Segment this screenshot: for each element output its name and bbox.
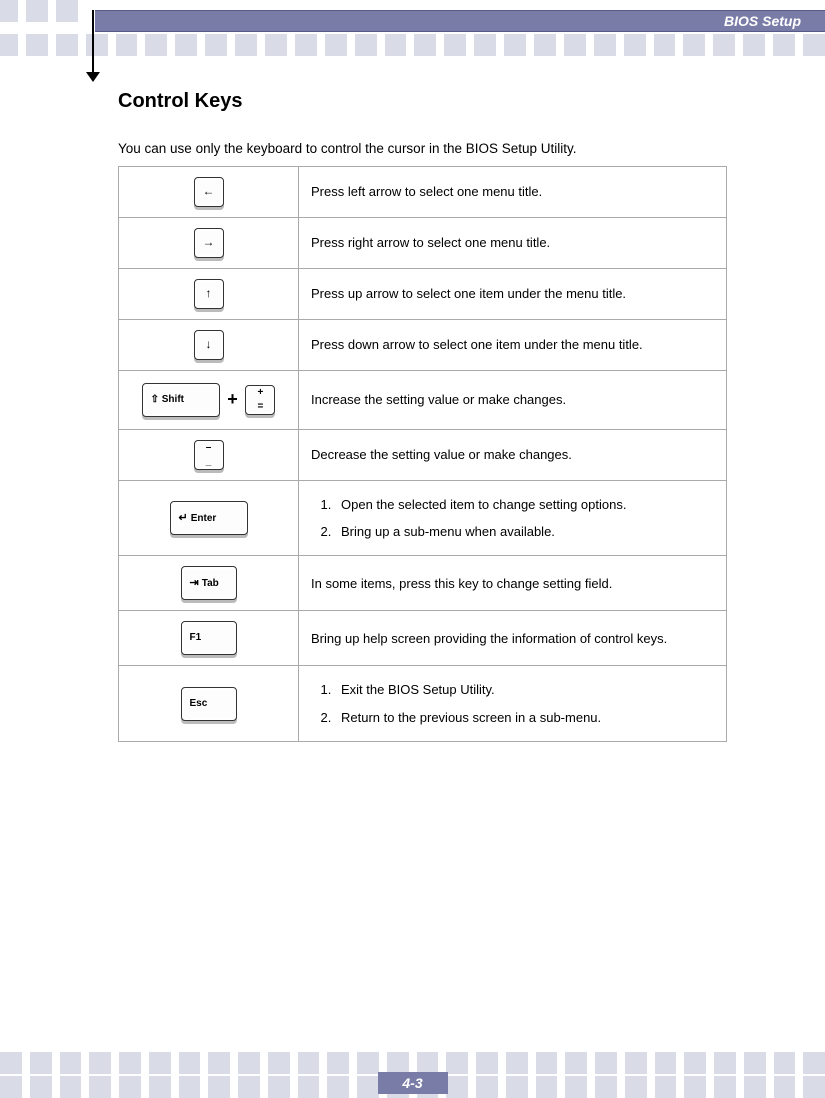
table-row: F1 Bring up help screen providing the in…: [119, 611, 727, 666]
right-arrow-key-icon: →: [194, 228, 224, 258]
list-item: Return to the previous screen in a sub-m…: [335, 704, 714, 731]
key-cell: F1: [119, 611, 299, 666]
key-description: Press right arrow to select one menu tit…: [299, 218, 727, 269]
header-title: BIOS Setup: [724, 13, 801, 29]
page-number-text: 4-3: [402, 1075, 422, 1091]
plus-equals-key-icon: + =: [245, 385, 275, 415]
key-description: Decrease the setting value or make chang…: [299, 429, 727, 480]
table-row: → Press right arrow to select one menu t…: [119, 218, 727, 269]
key-cell: – _: [119, 429, 299, 480]
key-description: Increase the setting value or make chang…: [299, 371, 727, 430]
key-cell: Enter: [119, 480, 299, 556]
esc-key-icon: Esc: [181, 687, 237, 721]
key-description: In some items, press this key to change …: [299, 556, 727, 611]
table-row: ← Press left arrow to select one menu ti…: [119, 167, 727, 218]
key-description: Press down arrow to select one item unde…: [299, 320, 727, 371]
table-row: ↑ Press up arrow to select one item unde…: [119, 269, 727, 320]
tab-key-icon: Tab: [181, 566, 237, 600]
deco-row: [0, 0, 78, 22]
key-cell: Esc: [119, 666, 299, 742]
key-cell: →: [119, 218, 299, 269]
deco-row: [0, 34, 825, 56]
minus-key-icon: – _: [194, 440, 224, 470]
header-bar: BIOS Setup: [95, 10, 825, 32]
list-item: Bring up a sub-menu when available.: [335, 518, 714, 545]
key-description: Press up arrow to select one item under …: [299, 269, 727, 320]
key-cell: ↑: [119, 269, 299, 320]
list-item: Exit the BIOS Setup Utility.: [335, 676, 714, 703]
f1-key-icon: F1: [181, 621, 237, 655]
deco-row: [0, 1052, 825, 1074]
shift-key-icon: ⇧ Shift: [142, 383, 220, 417]
page-number: 4-3: [378, 1072, 448, 1094]
table-row: Enter Open the selected item to change s…: [119, 480, 727, 556]
key-cell: ←: [119, 167, 299, 218]
key-description: Open the selected item to change setting…: [299, 480, 727, 556]
control-keys-table: ← Press left arrow to select one menu ti…: [118, 166, 727, 742]
enter-key-icon: Enter: [170, 501, 248, 535]
plus-icon: +: [227, 381, 238, 419]
page-content: Control Keys You can use only the keyboa…: [118, 90, 727, 742]
up-arrow-key-icon: ↑: [194, 279, 224, 309]
table-row: – _ Decrease the setting value or make c…: [119, 429, 727, 480]
arrow-stem: [92, 10, 94, 78]
table-row: ↓ Press down arrow to select one item un…: [119, 320, 727, 371]
table-row: Tab In some items, press this key to cha…: [119, 556, 727, 611]
intro-text: You can use only the keyboard to control…: [118, 141, 727, 156]
table-row: Esc Exit the BIOS Setup Utility. Return …: [119, 666, 727, 742]
bottom-decoration: 4-3: [0, 1046, 825, 1098]
down-arrow-key-icon: ↓: [194, 330, 224, 360]
key-description: Press left arrow to select one menu titl…: [299, 167, 727, 218]
key-cell: ↓: [119, 320, 299, 371]
key-cell: Tab: [119, 556, 299, 611]
key-cell: ⇧ Shift + + =: [119, 371, 299, 430]
section-heading: Control Keys: [118, 90, 727, 113]
arrow-down-icon: [86, 72, 100, 82]
table-row: ⇧ Shift + + = Increase the setting value…: [119, 371, 727, 430]
list-item: Open the selected item to change setting…: [335, 491, 714, 518]
top-decoration: BIOS Setup: [0, 0, 825, 56]
key-description: Exit the BIOS Setup Utility. Return to t…: [299, 666, 727, 742]
left-arrow-key-icon: ←: [194, 177, 224, 207]
key-description: Bring up help screen providing the infor…: [299, 611, 727, 666]
